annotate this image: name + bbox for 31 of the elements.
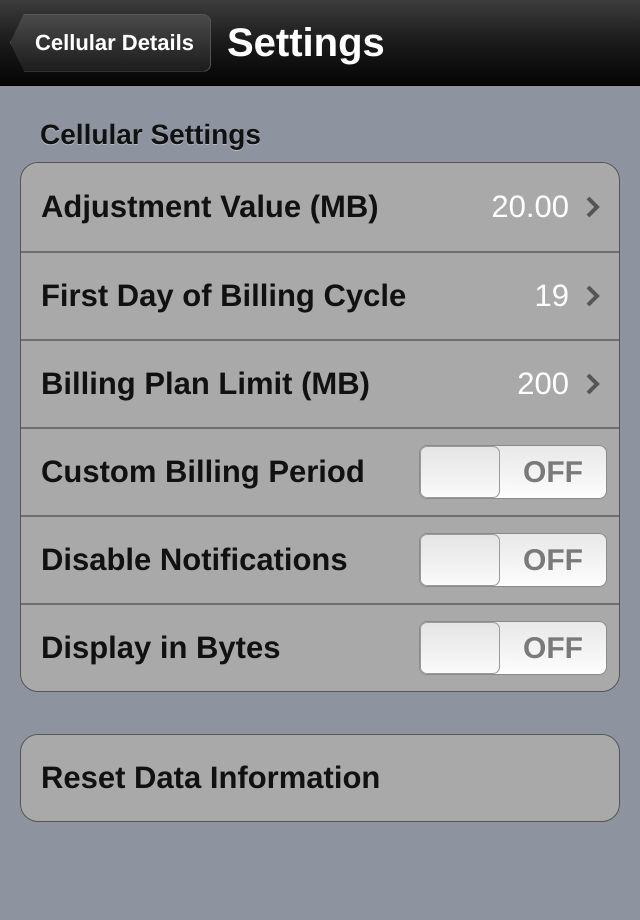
row-label: Disable Notifications [41,540,348,579]
settings-row[interactable]: Custom Billing Period OFF [21,427,619,515]
section-header: Cellular Settings [39,118,262,152]
row-label: Billing Plan Limit (MB) [41,364,370,403]
back-button[interactable]: Cellular Details [10,14,211,72]
settings-row[interactable]: First Day of Billing Cycle 19 [21,251,619,339]
switch-state-text: OFF [522,630,584,666]
switch-state-text: OFF [522,542,584,578]
screen-title: Settings [226,20,385,66]
switch-thumb[interactable] [420,446,500,498]
row-label: First Day of Billing Cycle [41,276,406,315]
row-value: 20.00 [491,188,569,226]
row-value: 19 [534,276,569,315]
reset-data-button[interactable]: Reset Data Information [20,734,620,822]
switch-thumb[interactable] [420,622,500,674]
settings-row[interactable]: Billing Plan Limit (MB) 200 [21,339,619,427]
switch-thumb[interactable] [420,534,500,586]
toggle-switch[interactable]: OFF [419,621,607,675]
settings-row[interactable]: Disable Notifications OFF [21,515,619,603]
row-label: Adjustment Value (MB) [41,188,379,226]
toggle-switch[interactable]: OFF [419,445,607,499]
row-value: 200 [517,364,569,403]
switch-state-text: OFF [522,454,584,490]
toggle-switch[interactable]: OFF [419,533,607,587]
row-label: Display in Bytes [41,628,280,667]
chevron-icon [585,372,601,396]
chevron-icon [585,284,601,308]
chevron-icon [585,195,601,219]
settings-row[interactable]: Display in Bytes OFF [21,603,619,691]
settings-row[interactable]: Adjustment Value (MB) 20.00 [21,163,619,251]
row-label: Custom Billing Period [41,452,365,491]
